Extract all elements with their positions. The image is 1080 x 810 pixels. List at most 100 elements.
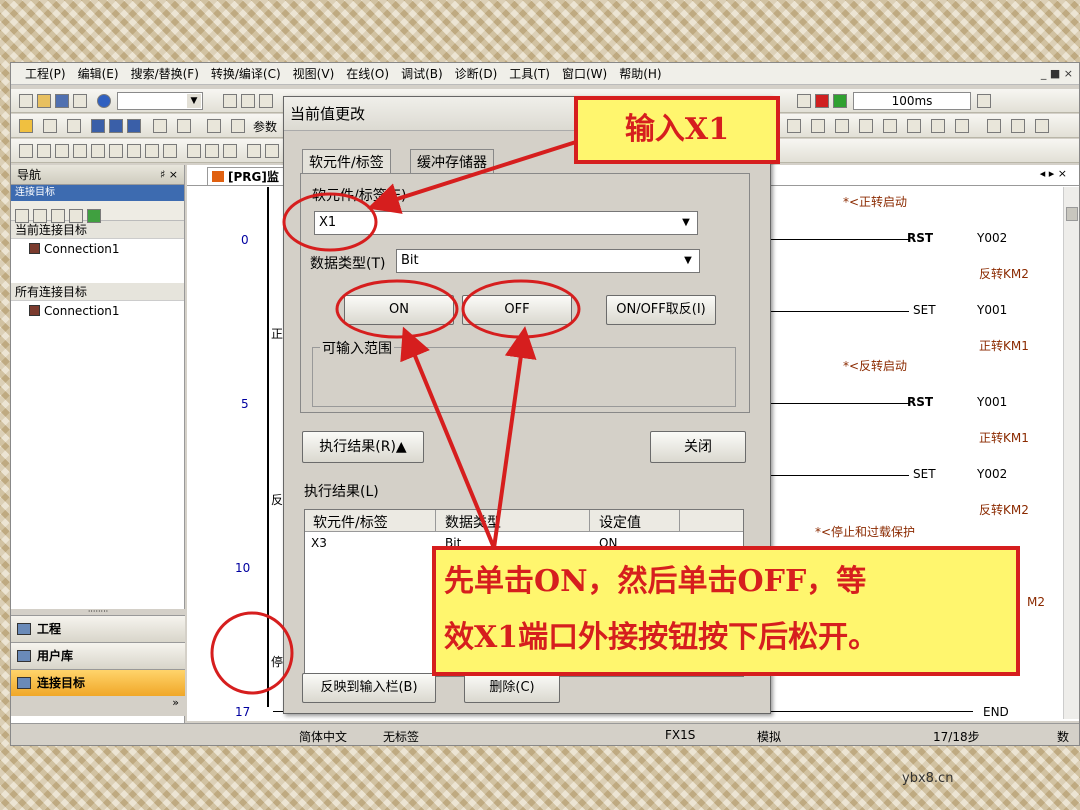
nav-properties-icon[interactable]: [69, 209, 83, 223]
ladder-mode-icon[interactable]: [19, 119, 33, 133]
editor-tab-arrows[interactable]: ◂ ▸ ×: [1040, 167, 1067, 180]
col-divider[interactable]: [589, 510, 590, 532]
contact-5-icon[interactable]: [883, 119, 897, 133]
coil-rst-y002[interactable]: RST: [907, 231, 933, 245]
menu-online[interactable]: 在线(O): [346, 65, 389, 82]
nav-refresh-icon[interactable]: [87, 209, 101, 223]
delete-button[interactable]: 删除(C): [464, 673, 560, 703]
col-device[interactable]: 软元件/标签: [313, 512, 388, 532]
help-icon[interactable]: [97, 94, 111, 108]
save-icon[interactable]: [55, 94, 69, 108]
nav-tab-user-library[interactable]: 用户库: [11, 642, 185, 669]
toggle-result-button[interactable]: 执行结果(R)▲: [302, 431, 424, 463]
new-file-icon[interactable]: [19, 94, 33, 108]
coil-set-y002[interactable]: SET: [913, 467, 936, 481]
device-icon[interactable]: [91, 119, 105, 133]
on-off-toggle-button[interactable]: ON/OFF取反(I): [606, 295, 716, 325]
cut-icon[interactable]: [223, 94, 237, 108]
nav-new-icon[interactable]: [15, 209, 29, 223]
ladder-edit-10-icon[interactable]: [187, 144, 201, 158]
print-icon[interactable]: [73, 94, 87, 108]
interval-combo[interactable]: 100ms: [853, 92, 971, 110]
ladder-edit-8-icon[interactable]: [145, 144, 159, 158]
contact-7-icon[interactable]: [931, 119, 945, 133]
monitor-icon[interactable]: [797, 94, 811, 108]
off-button[interactable]: OFF: [462, 295, 572, 325]
menu-window[interactable]: 窗口(W): [562, 65, 607, 82]
ladder-edit-3-icon[interactable]: [55, 144, 69, 158]
ladder-edit-6-icon[interactable]: [109, 144, 123, 158]
param-label[interactable]: 参数: [253, 118, 277, 135]
chevron-down-icon[interactable]: ▼: [677, 214, 695, 232]
nav-tab-connection[interactable]: 连接目标: [11, 669, 185, 696]
interval-apply-icon[interactable]: [977, 94, 991, 108]
table-icon[interactable]: [67, 119, 81, 133]
menu-diagnostics[interactable]: 诊断(D): [455, 65, 498, 82]
contact-3-icon[interactable]: [835, 119, 849, 133]
run-icon[interactable]: [815, 94, 829, 108]
menu-search-replace[interactable]: 搜索/替换(F): [131, 65, 199, 82]
find-icon[interactable]: [177, 119, 191, 133]
end-instruction[interactable]: END: [983, 705, 1009, 719]
contact-icon[interactable]: [787, 119, 801, 133]
nav-pin-close[interactable]: ♯ ×: [160, 165, 178, 185]
project-combo[interactable]: ▼: [117, 92, 203, 110]
device-input[interactable]: X1 ▼: [314, 211, 698, 235]
binoculars-icon[interactable]: [231, 119, 245, 133]
ladder-edit-11-icon[interactable]: [205, 144, 219, 158]
ladder-edit-9-icon[interactable]: [163, 144, 177, 158]
chevron-down-icon[interactable]: ▼: [187, 94, 201, 108]
tab-device-label[interactable]: 软元件/标签: [302, 149, 391, 173]
chevron-down-icon[interactable]: ▼: [679, 252, 697, 270]
ladder-edit-2-icon[interactable]: [37, 144, 51, 158]
open-folder-icon[interactable]: [37, 94, 51, 108]
contact-2-icon[interactable]: [811, 119, 825, 133]
info-icon[interactable]: [207, 119, 221, 133]
menu-tools[interactable]: 工具(T): [509, 65, 550, 82]
wire-icon[interactable]: [1035, 119, 1049, 133]
contact-8-icon[interactable]: [955, 119, 969, 133]
contact-6-icon[interactable]: [907, 119, 921, 133]
coil-set-y001[interactable]: SET: [913, 303, 936, 317]
close-button[interactable]: 关闭: [650, 431, 746, 463]
window-controls[interactable]: _ ■ ×: [1041, 67, 1073, 80]
ladder-edit-4-icon[interactable]: [73, 144, 87, 158]
rise-icon[interactable]: [987, 119, 1001, 133]
ladder-edit-5-icon[interactable]: [91, 144, 105, 158]
on-button[interactable]: ON: [344, 295, 454, 325]
ladder-edit-13-icon[interactable]: [247, 144, 261, 158]
device-2-icon[interactable]: [109, 119, 123, 133]
ladder-edit-14-icon[interactable]: [265, 144, 279, 158]
menu-help[interactable]: 帮助(H): [619, 65, 661, 82]
fall-icon[interactable]: [1011, 119, 1025, 133]
tab-buffer-memory[interactable]: 缓冲存储器: [410, 149, 494, 173]
scroll-thumb[interactable]: [1066, 207, 1078, 221]
watch-icon[interactable]: [153, 119, 167, 133]
menu-view[interactable]: 视图(V): [293, 65, 335, 82]
nav-copy-icon[interactable]: [33, 209, 47, 223]
data-type-select[interactable]: Bit ▼: [396, 249, 700, 273]
menu-debug[interactable]: 调试(B): [401, 65, 443, 82]
copy-icon[interactable]: [241, 94, 255, 108]
list-mode-icon[interactable]: [43, 119, 57, 133]
col-divider[interactable]: [435, 510, 436, 532]
nav-more-icon[interactable]: »: [11, 696, 185, 716]
paste-icon[interactable]: [259, 94, 273, 108]
ladder-edit-12-icon[interactable]: [223, 144, 237, 158]
contact-4-icon[interactable]: [859, 119, 873, 133]
coil-rst-y001[interactable]: RST: [907, 395, 933, 409]
reflect-to-input-button[interactable]: 反映到输入栏(B): [302, 673, 436, 703]
ladder-edit-7-icon[interactable]: [127, 144, 141, 158]
current-connection-item[interactable]: Connection1: [11, 239, 184, 259]
nav-paste-icon[interactable]: [51, 209, 65, 223]
col-data-type[interactable]: 数据类型: [445, 512, 501, 532]
stop-icon[interactable]: [833, 94, 847, 108]
col-set-value[interactable]: 设定值: [599, 512, 641, 532]
all-connection-item[interactable]: Connection1: [11, 301, 184, 321]
menu-project[interactable]: 工程(P): [25, 65, 66, 82]
col-divider[interactable]: [679, 510, 680, 532]
editor-vertical-scrollbar[interactable]: [1063, 187, 1079, 719]
device-3-icon[interactable]: [127, 119, 141, 133]
menu-convert-compile[interactable]: 转换/编译(C): [211, 65, 281, 82]
nav-tab-project[interactable]: 工程: [11, 615, 185, 642]
